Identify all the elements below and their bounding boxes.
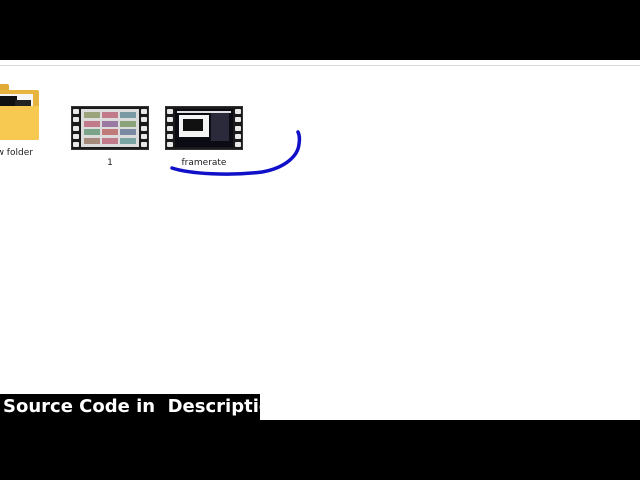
divider <box>0 65 640 66</box>
video-file-item[interactable]: 1 <box>68 106 152 168</box>
file-explorer-view[interactable]: ew folder 1 framerate <box>0 60 640 420</box>
letterbox-bottom <box>0 420 640 480</box>
video-file-icon <box>71 106 149 150</box>
video-file-item[interactable]: framerate <box>162 106 246 168</box>
folder-label: ew folder <box>0 148 33 158</box>
folder-icon <box>0 82 39 140</box>
video-file-label: 1 <box>107 158 113 168</box>
folder-item[interactable]: ew folder <box>0 82 54 158</box>
source-code-banner: Source Code in Description <box>0 394 284 420</box>
video-file-label: framerate <box>181 158 227 168</box>
letterbox-top <box>0 0 640 60</box>
video-file-icon <box>165 106 243 150</box>
